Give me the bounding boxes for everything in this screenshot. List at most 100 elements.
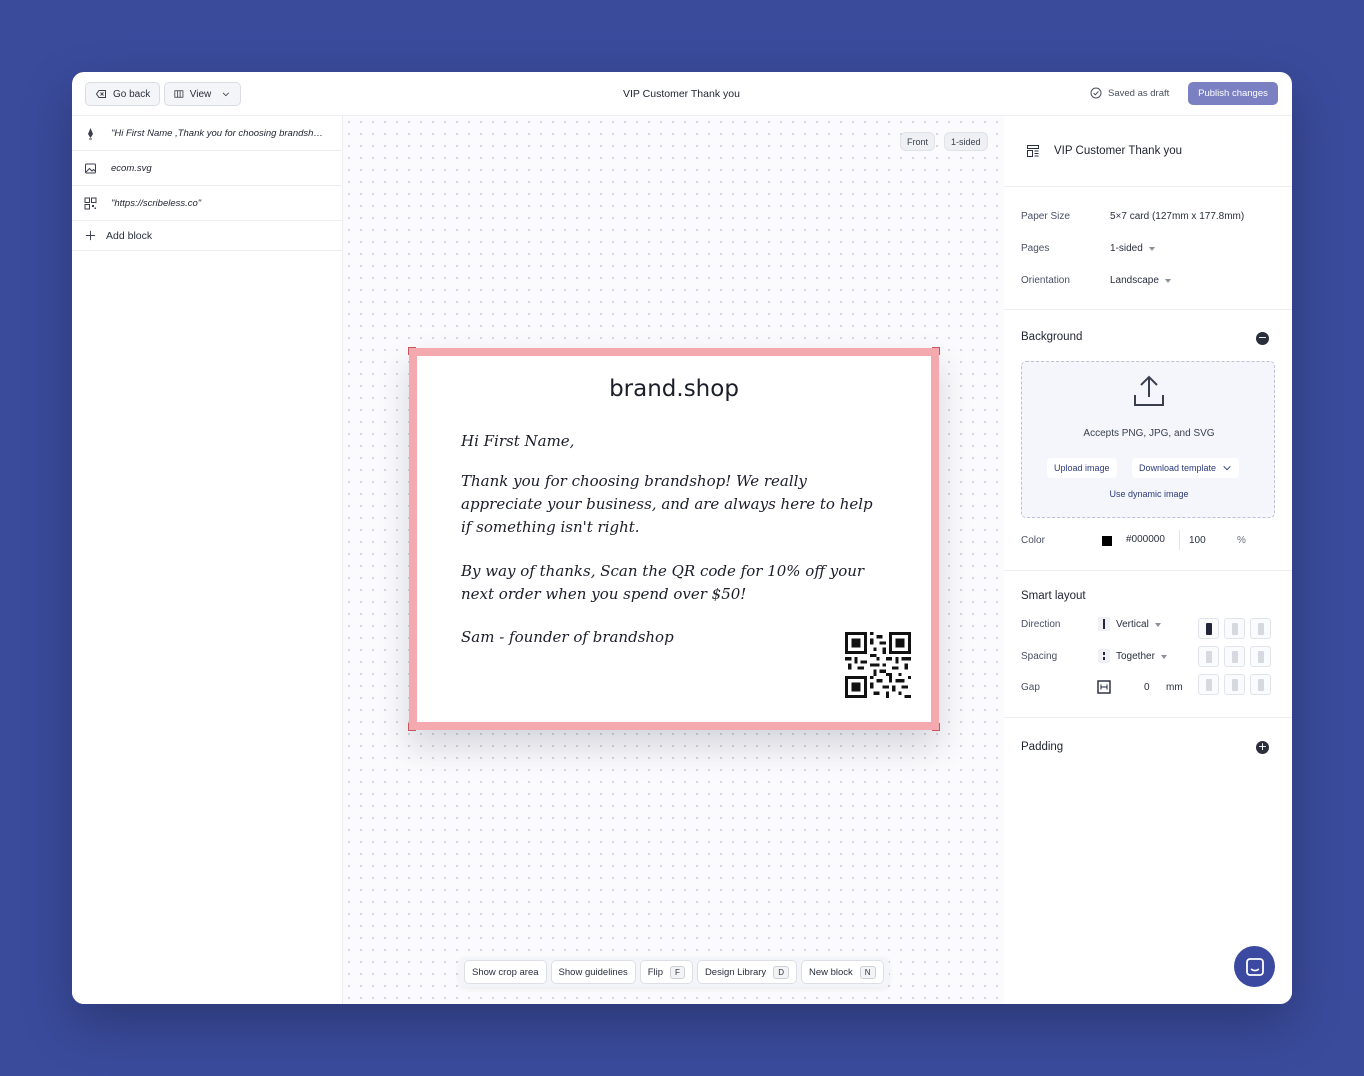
direction-value: Vertical [1116, 619, 1149, 630]
upload-image-button[interactable]: Upload image [1047, 458, 1117, 478]
gap-value: 0 [1144, 682, 1150, 693]
qr-code[interactable] [845, 632, 911, 698]
divider [1004, 309, 1292, 310]
brand-logo[interactable]: brand.shop [417, 376, 931, 402]
color-swatch[interactable] [1102, 536, 1112, 546]
show-crop-area-button[interactable]: Show crop area [464, 960, 547, 984]
image-icon [85, 163, 96, 173]
crop-mark [408, 347, 416, 355]
divider [1004, 570, 1292, 571]
align-bottom-right-button[interactable] [1250, 674, 1271, 695]
align-bottom-center-button[interactable] [1224, 674, 1245, 695]
show-guidelines-button[interactable]: Show guidelines [550, 960, 636, 984]
add-padding-button[interactable]: + [1256, 741, 1269, 754]
card-paragraph-1[interactable]: Thank you for choosing brandshop! We rea… [461, 470, 881, 539]
block-item-text[interactable]: "Hi First Name ,Thank you for choosing b… [72, 116, 342, 151]
view-label: View [189, 88, 212, 100]
chat-launcher-button[interactable] [1234, 946, 1275, 987]
crop-mark [932, 723, 940, 731]
spacing-icon [1098, 649, 1110, 663]
align-middle-center-button[interactable] [1224, 646, 1245, 667]
flip-shortcut: F [670, 965, 685, 979]
download-template-label: Download template [1139, 463, 1217, 473]
editor-window: Go back View VIP Customer Thank you Save… [72, 72, 1292, 1004]
new-block-shortcut: N [859, 965, 876, 979]
flip-label: Flip [647, 966, 664, 978]
color-hex-input[interactable]: #000000 [1126, 534, 1165, 545]
download-template-button[interactable]: Download template [1132, 458, 1240, 478]
qr-icon [84, 197, 97, 209]
opacity-value: 100 [1189, 535, 1206, 546]
gap-unit: mm [1166, 682, 1183, 693]
color-label: Color [1021, 535, 1045, 546]
chevron-down-icon [1223, 465, 1231, 471]
card-greeting[interactable]: Hi First Name, [461, 430, 881, 453]
upload-image-label: Upload image [1054, 463, 1110, 473]
settings-header: VIP Customer Thank you [1026, 144, 1182, 158]
block-item-image[interactable]: ecom.svg [72, 151, 342, 186]
go-back-label: Go back [113, 88, 151, 100]
publish-button[interactable]: Publish changes [1188, 82, 1278, 105]
design-library-shortcut: D [773, 965, 789, 979]
spacing-value: Together [1116, 651, 1155, 662]
design-library-button[interactable]: Design Library D [696, 960, 797, 984]
direction-select[interactable]: Vertical [1116, 619, 1161, 630]
orientation-select[interactable]: Landscape [1110, 275, 1171, 286]
show-guidelines-label: Show guidelines [558, 966, 628, 978]
divider [1004, 717, 1292, 718]
back-icon [95, 90, 106, 98]
crop-mark [932, 347, 940, 355]
add-block-label: Add block [106, 229, 153, 242]
block-item-qr[interactable]: "https://scribeless.co" [72, 186, 342, 221]
card-content-area: brand.shop Hi First Name, Thank you for … [417, 356, 931, 722]
opacity-unit: % [1237, 535, 1246, 546]
use-dynamic-image-link[interactable]: Use dynamic image [1022, 489, 1276, 499]
new-block-button[interactable]: New block N [800, 960, 884, 984]
opacity-input[interactable]: 100 [1189, 535, 1206, 546]
chat-icon [1245, 957, 1264, 976]
direction-label: Direction [1021, 619, 1061, 630]
block-item-label: "https://scribeless.co" [111, 197, 202, 209]
opacity-unit-text: % [1237, 535, 1246, 546]
align-middle-right-button[interactable] [1250, 646, 1271, 667]
design-canvas[interactable]: Front 1-sided brand.shop Hi First Name, … [343, 116, 1004, 1004]
spacing-select[interactable]: Together [1116, 651, 1167, 662]
upload-icon [1134, 375, 1164, 406]
background-dropzone[interactable]: Accepts PNG, JPG, and SVG Upload image D… [1021, 361, 1275, 518]
sided-pill[interactable]: 1-sided [944, 132, 988, 151]
pen-icon [88, 127, 93, 139]
view-dropdown[interactable]: View [164, 82, 241, 106]
pages-label: Pages [1021, 243, 1050, 254]
align-top-left-button[interactable] [1198, 618, 1219, 639]
plus-icon [85, 230, 96, 241]
go-back-button[interactable]: Go back [85, 82, 161, 106]
collapse-background-button[interactable]: − [1256, 332, 1269, 345]
orientation-label: Orientation [1021, 275, 1070, 286]
align-bottom-left-button[interactable] [1198, 674, 1219, 695]
gap-label: Gap [1021, 682, 1040, 693]
paper-size-value[interactable]: 5×7 card (127mm x 177.8mm) [1110, 211, 1244, 222]
columns-icon [174, 90, 184, 98]
postcard-preview[interactable]: brand.shop Hi First Name, Thank you for … [408, 347, 940, 731]
pages-value: 1-sided [1110, 243, 1143, 254]
blocks-panel: "Hi First Name ,Thank you for choosing b… [72, 116, 343, 1004]
pages-select[interactable]: 1-sided [1110, 243, 1155, 254]
background-title: Background [1021, 331, 1083, 343]
smart-layout-title: Smart layout [1021, 590, 1086, 602]
caret-down-icon [1164, 278, 1171, 283]
flip-button[interactable]: Flip F [639, 960, 693, 984]
align-top-center-button[interactable] [1224, 618, 1245, 639]
card-paragraph-2[interactable]: By way of thanks, Scan the QR code for 1… [461, 560, 881, 606]
align-top-right-button[interactable] [1250, 618, 1271, 639]
gap-input[interactable]: 0 [1144, 682, 1150, 693]
block-item-label: ecom.svg [111, 162, 152, 174]
card-signoff[interactable]: Sam - founder of brandshop [461, 626, 881, 649]
align-middle-left-button[interactable] [1198, 646, 1219, 667]
side-front-pill[interactable]: Front [900, 132, 936, 151]
document-title: VIP Customer Thank you [623, 88, 740, 100]
canvas-toolbar: Show crop area Show guidelines Flip F Des… [459, 957, 889, 987]
layout-icon [1027, 145, 1039, 157]
new-block-label: New block [808, 966, 853, 978]
add-block-button[interactable]: Add block [72, 221, 342, 251]
show-crop-area-label: Show crop area [472, 966, 539, 978]
